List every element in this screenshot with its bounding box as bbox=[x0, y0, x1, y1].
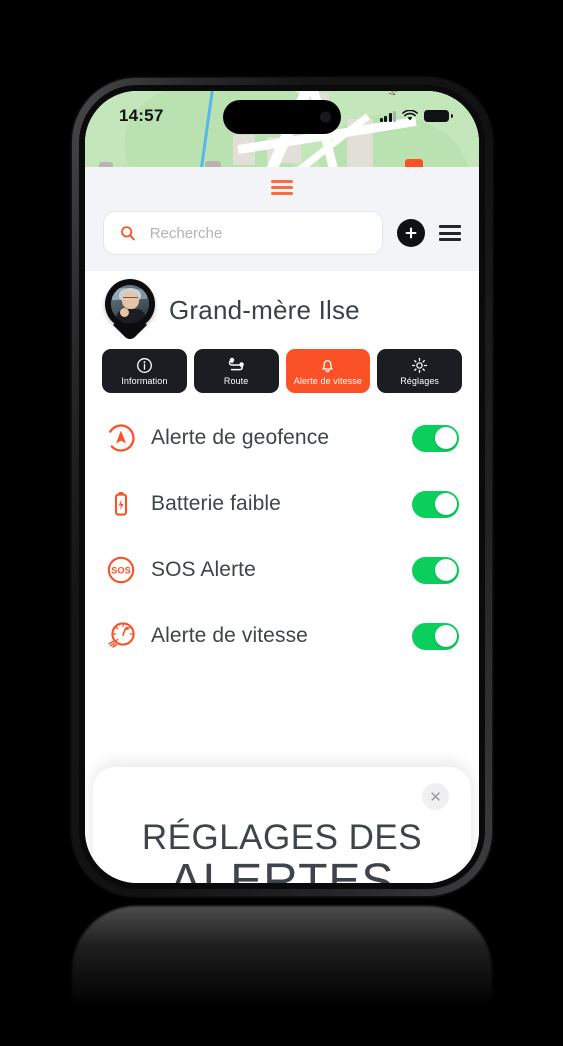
action-button-label: Route bbox=[223, 375, 249, 386]
list-item[interactable]: Batterie faible bbox=[105, 471, 459, 537]
bell-icon bbox=[319, 357, 336, 374]
alert-label: Batterie faible bbox=[151, 492, 281, 515]
battery-icon bbox=[424, 110, 449, 122]
overlay-title-line2: ALERTES bbox=[169, 854, 395, 883]
add-button[interactable] bbox=[397, 219, 425, 247]
low-battery-icon bbox=[105, 489, 137, 519]
action-button-route[interactable]: Route bbox=[193, 349, 279, 393]
app-content: Grand-mère Ilse Information bbox=[85, 167, 479, 883]
svg-text:SOS: SOS bbox=[111, 566, 130, 576]
action-button-information[interactable]: Information bbox=[102, 349, 187, 393]
info-circle-icon bbox=[136, 357, 153, 374]
alert-settings-overlay: ✕ RÉGLAGES DES ALERTES bbox=[93, 767, 471, 883]
action-button-label: Information bbox=[121, 375, 168, 386]
alert-label: Alerte de vitesse bbox=[151, 624, 308, 647]
dynamic-island bbox=[223, 100, 341, 134]
alert-label: SOS Alerte bbox=[151, 558, 256, 581]
list-item[interactable]: Alerte de vitesse bbox=[105, 603, 459, 669]
action-button-label: Réglages bbox=[400, 375, 440, 386]
action-button-row: Information Route Alerte de vitesse Régl… bbox=[85, 347, 479, 405]
search-toolbar bbox=[85, 207, 479, 271]
gear-icon bbox=[411, 357, 428, 374]
sos-icon: SOS bbox=[105, 555, 137, 585]
plus-icon bbox=[405, 227, 417, 239]
map-poi-marker bbox=[405, 159, 423, 167]
profile-header[interactable]: Grand-mère Ilse bbox=[85, 271, 479, 347]
phone-device: Wa 14:57 bbox=[72, 78, 492, 896]
toggle-geofence-alert[interactable] bbox=[412, 424, 459, 452]
map-pin-avatar[interactable] bbox=[105, 279, 155, 342]
list-item[interactable]: SOS SOS Alerte bbox=[105, 537, 459, 603]
alert-settings-list: Alerte de geofence Batterie faible SOS S… bbox=[85, 405, 479, 669]
search-icon bbox=[121, 226, 135, 241]
search-input[interactable] bbox=[147, 223, 366, 243]
device-reflection bbox=[72, 906, 492, 1046]
toggle-low-battery-alert[interactable] bbox=[412, 490, 459, 518]
cellular-signal-icon bbox=[379, 110, 396, 122]
drag-handle-icon[interactable] bbox=[271, 179, 293, 195]
action-button-settings[interactable]: Réglages bbox=[377, 349, 462, 393]
action-button-label: Alerte de vitesse bbox=[293, 375, 362, 386]
geofence-navigation-icon bbox=[105, 423, 137, 453]
overlay-title-line1: RÉGLAGES DES bbox=[141, 818, 423, 857]
toggle-speed-alert[interactable] bbox=[412, 622, 459, 650]
wifi-icon bbox=[402, 110, 418, 121]
alert-label: Alerte de geofence bbox=[151, 426, 330, 449]
route-icon bbox=[227, 357, 246, 374]
front-camera-icon bbox=[320, 111, 331, 123]
status-time: 14:57 bbox=[119, 106, 164, 125]
page-title: Grand-mère Ilse bbox=[169, 294, 360, 325]
phone-screen: Wa 14:57 bbox=[85, 91, 479, 883]
close-icon[interactable]: ✕ bbox=[422, 783, 449, 810]
panel-drag-area[interactable] bbox=[85, 167, 479, 207]
status-indicators bbox=[379, 110, 449, 122]
toggle-sos-alert[interactable] bbox=[412, 556, 459, 584]
action-button-speed-alert[interactable]: Alerte de vitesse bbox=[285, 349, 371, 393]
speedometer-icon bbox=[105, 620, 137, 652]
avatar bbox=[111, 285, 149, 323]
hamburger-menu-icon[interactable] bbox=[439, 225, 461, 241]
search-box[interactable] bbox=[103, 211, 383, 255]
list-item[interactable]: Alerte de geofence bbox=[105, 405, 459, 471]
